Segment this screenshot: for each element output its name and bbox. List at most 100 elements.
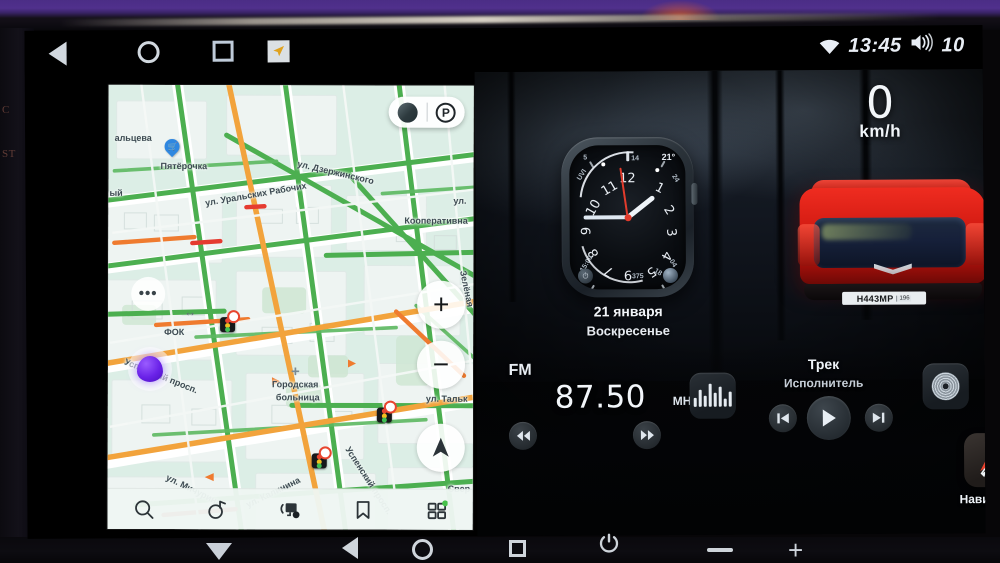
skip-previous-icon [777, 413, 789, 424]
statusbar-back-button[interactable] [48, 41, 73, 66]
map-crossing-icon: ↔ [184, 305, 197, 320]
map-label: ый [109, 187, 123, 198]
map-search-button[interactable] [127, 496, 161, 522]
zoom-in-button[interactable]: + [417, 280, 466, 329]
navigator-toolbar [107, 487, 473, 530]
tail-light-right [965, 223, 986, 266]
play-icon [822, 409, 836, 427]
map-bookmarks-button[interactable] [346, 496, 380, 522]
android-status-bar: 13:45 10 [24, 25, 983, 75]
radio-widget[interactable]: FM 87.50 MHz [504, 361, 736, 454]
radio-prev-button[interactable] [508, 421, 538, 450]
navigation-compass-icon [963, 432, 986, 488]
volume-up-button[interactable]: + [788, 537, 803, 563]
compass-arrow-icon [432, 437, 449, 457]
stopwatch-icon[interactable]: ⏱ [577, 268, 594, 284]
chat-bubble-icon: ••• [138, 284, 158, 302]
dock-label: Навигация [959, 491, 986, 507]
map-label: Пятёрочка [160, 160, 208, 172]
statusbar-home-button[interactable] [137, 41, 162, 65]
license-plate: Н443МР 196 [842, 291, 927, 305]
chat-button[interactable]: ••• [131, 276, 166, 311]
plate-region: 196 [896, 295, 912, 302]
head-unit-screen: 13:45 10 альцева Пятёрочка ул. Уральских… [24, 25, 986, 539]
traffic-light-icon [311, 446, 332, 469]
volume-down-button[interactable] [707, 548, 733, 552]
player-next-button[interactable] [864, 403, 893, 432]
route-icon [208, 500, 226, 519]
player-source-button[interactable] [922, 363, 969, 410]
volume-icon[interactable] [909, 33, 933, 57]
dock-app-navigation[interactable]: Навигация [949, 432, 986, 507]
map-style-toggle-button[interactable] [389, 97, 427, 128]
map-mode-pill[interactable]: P [388, 96, 465, 128]
dropdown-button[interactable] [206, 543, 232, 560]
statusbar-recents-button[interactable] [212, 40, 237, 65]
head-unit-photo: C ST 13:45 10 альцева Пятёрочка ул. Урал… [0, 0, 1000, 563]
nav-back-button[interactable] [342, 537, 358, 559]
radio-next-button[interactable] [632, 421, 662, 450]
tail-light-left [797, 224, 820, 267]
power-button[interactable] [598, 532, 620, 559]
watch-widget[interactable]: 12 1 2 3 4 5 6 7 8 9 10 11 5 UVI 21° 14 … [561, 136, 698, 298]
equalizer-button[interactable] [689, 372, 736, 419]
rewind-icon [516, 430, 530, 441]
player-prev-button[interactable] [768, 404, 797, 433]
volume-level: 10 [941, 33, 965, 56]
skip-next-icon [872, 412, 885, 423]
player-play-button[interactable] [806, 395, 851, 441]
radio-frequency: 87.50 [554, 379, 647, 416]
map-label: ул. [453, 195, 467, 206]
bezel-text-top: C [2, 104, 10, 116]
traffic-light-badge [318, 446, 332, 460]
radio-band: FM [508, 361, 532, 379]
car-body: Н443МР 196 [797, 187, 986, 305]
watch-face: 12 1 2 3 4 5 6 7 8 9 10 11 5 UVI 21° 14 … [569, 144, 687, 290]
bookmark-icon [356, 500, 370, 519]
alice-assistant-icon [136, 355, 164, 382]
moon-phase-icon[interactable] [662, 267, 679, 284]
statusbar-clock: 13:45 [848, 34, 902, 57]
traffic-light-icon [376, 400, 397, 423]
car-screen-icon [280, 502, 300, 518]
speed-value: 0 [865, 77, 895, 129]
parking-icon: P [435, 102, 456, 123]
map-label: больница [275, 392, 320, 403]
grid-menu-icon [427, 499, 448, 519]
parking-button[interactable]: P [427, 97, 465, 128]
app-dock: Навигация Музыка Видео [927, 430, 986, 525]
arc-dot [655, 168, 660, 173]
watch-crown [691, 182, 698, 205]
widget-date: 21 января [593, 303, 663, 320]
map-label: альцева [114, 132, 152, 143]
circle-icon [137, 41, 160, 64]
statusbar-navigation-button[interactable] [267, 40, 292, 64]
compass-button[interactable] [416, 423, 465, 472]
bezel-text-bottom: ST [2, 148, 16, 160]
equalizer-icon [693, 381, 732, 407]
temperature-value: 21° [661, 151, 676, 163]
disc-icon [931, 372, 960, 401]
map-poi-pin[interactable]: 🛒 [161, 135, 183, 158]
nav-recents-button[interactable] [509, 540, 526, 557]
map-label: Кооперативна [404, 215, 468, 226]
car-rear-window [813, 217, 966, 269]
triangle-left-icon [48, 41, 67, 66]
wifi-icon [818, 38, 840, 55]
window-reflection [821, 223, 912, 241]
square-icon [212, 40, 234, 62]
alice-assistant-button[interactable] [127, 346, 173, 391]
map-menu-button[interactable] [419, 497, 453, 523]
hand-center-cap [624, 213, 632, 221]
nav-home-button[interactable] [412, 539, 433, 560]
widget-weekday: Воскресенье [586, 322, 671, 339]
map-routes-button[interactable] [200, 496, 234, 522]
map-driving-mode-button[interactable] [273, 496, 307, 522]
plate-number: Н443МР [856, 293, 894, 304]
map-style-toggle-icon [397, 102, 418, 123]
navigator-window[interactable]: альцева Пятёрочка ул. Уральских Рабочих … [107, 84, 474, 530]
traffic-light-badge [227, 310, 241, 324]
zoom-out-button[interactable]: − [416, 340, 466, 389]
map-label: ФОК [164, 326, 185, 338]
minute-hand [583, 215, 628, 220]
